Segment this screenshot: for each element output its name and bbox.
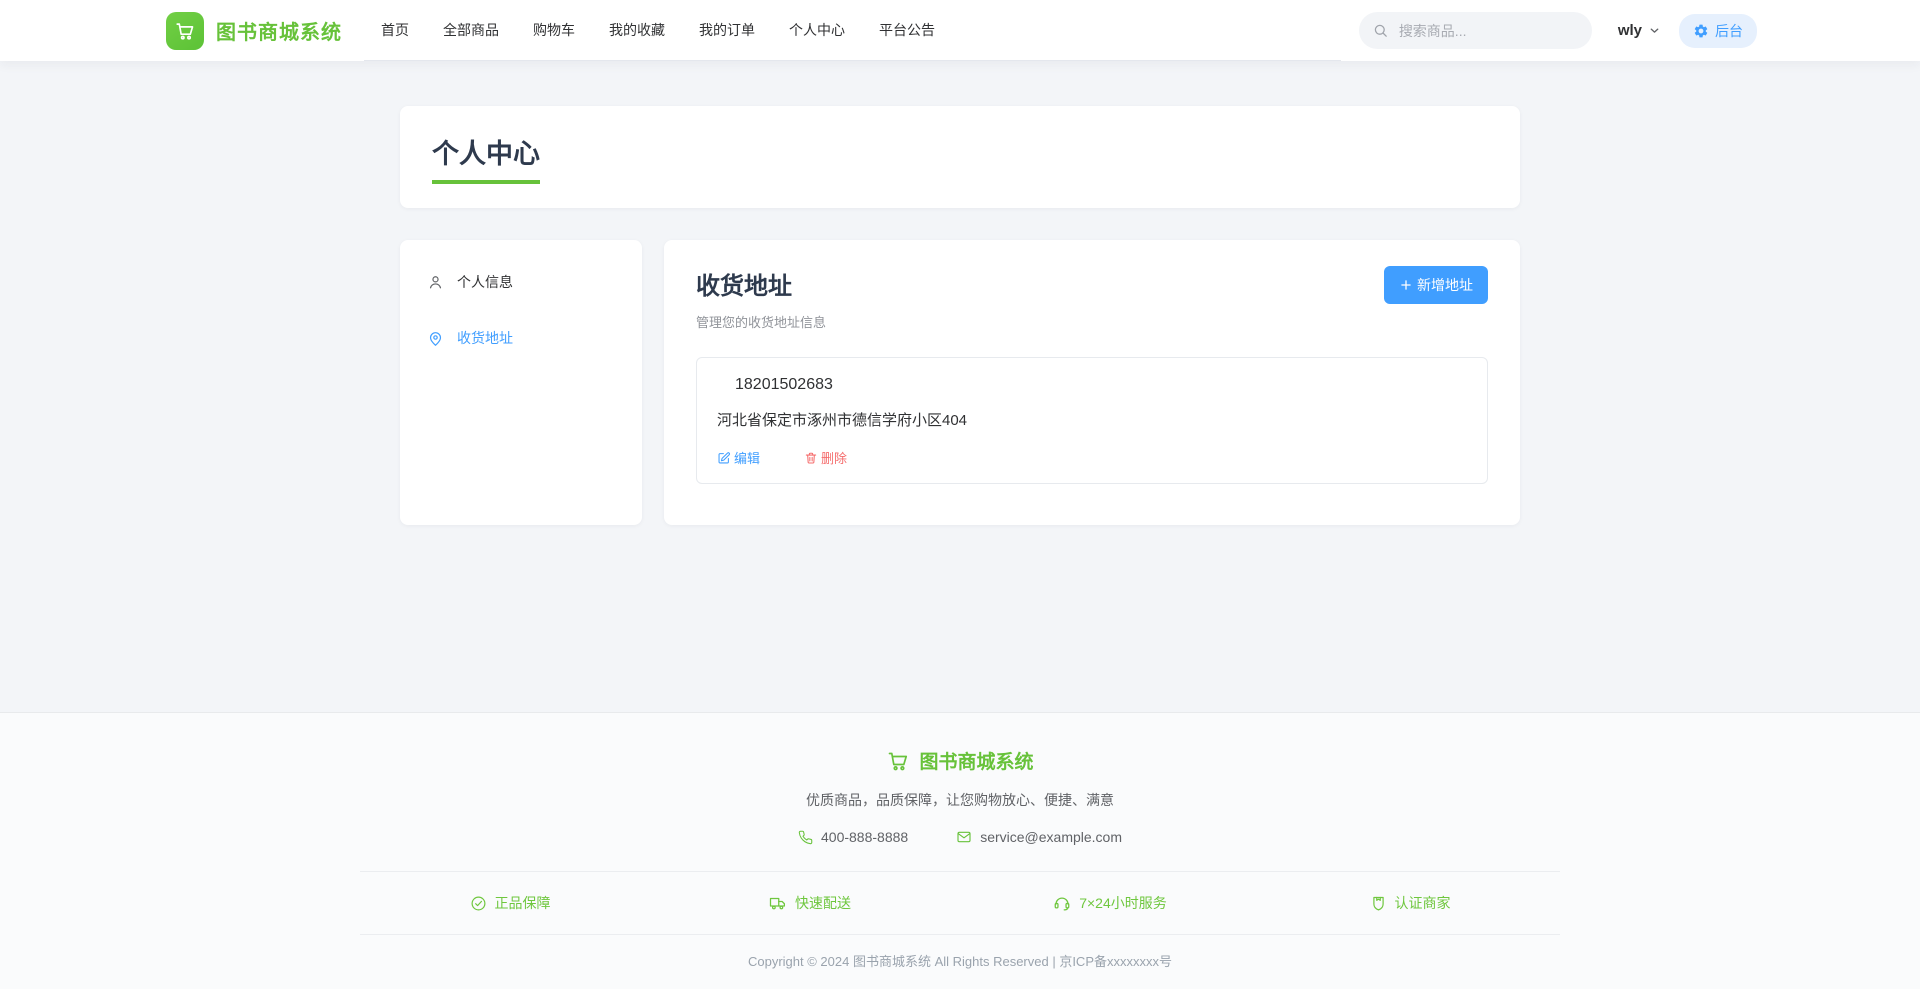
- main-nav: 首页 全部商品 购物车 我的收藏 我的订单 个人中心 平台公告: [364, 0, 1341, 61]
- nav-item-profile[interactable]: 个人中心: [772, 0, 862, 60]
- cart-icon: [886, 749, 910, 773]
- mail-icon: [956, 829, 972, 845]
- sidebar-item-personal-info[interactable]: 个人信息: [414, 258, 628, 306]
- footer-phone: 400-888-8888: [798, 829, 908, 845]
- feature-fast-delivery: 快速配送: [660, 893, 960, 913]
- nav-item-announcements[interactable]: 平台公告: [862, 0, 952, 60]
- app-header: 图书商城系统 首页 全部商品 购物车 我的收藏 我的订单 个人中心 平台公告 w…: [0, 0, 1920, 61]
- delete-address-button[interactable]: 删除: [804, 448, 847, 467]
- sidebar-item-shipping-address[interactable]: 收货地址: [414, 314, 628, 362]
- brand-logo[interactable]: 图书商城系统: [166, 11, 342, 50]
- nav-item-favorites[interactable]: 我的收藏: [592, 0, 682, 60]
- gear-icon: [1693, 23, 1709, 39]
- trash-icon: [804, 451, 818, 465]
- footer-brand: 图书商城系统: [0, 747, 1920, 774]
- admin-button-label: 后台: [1715, 22, 1743, 39]
- nav-item-cart[interactable]: 购物车: [516, 0, 592, 60]
- footer-brand-name: 图书商城系统: [919, 752, 1034, 773]
- check-circle-icon: [470, 895, 487, 912]
- site-footer: 图书商城系统 优质商品，品质保障，让您购物放心、便捷、满意 400-888-88…: [0, 712, 1920, 989]
- sidebar-item-label: 个人信息: [457, 274, 513, 290]
- footer-contacts: 400-888-8888 service@example.com: [0, 829, 1920, 845]
- nav-item-all-products[interactable]: 全部商品: [426, 0, 516, 60]
- add-address-label: 新增地址: [1417, 277, 1473, 293]
- badge-icon: [1370, 895, 1387, 912]
- edit-label: 编辑: [734, 451, 761, 466]
- address-panel: 收货地址 管理您的收货地址信息 新增地址 18201502683 河北省保定市涿…: [664, 240, 1520, 525]
- user-menu[interactable]: wly: [1618, 22, 1661, 39]
- page-title: 个人中心: [432, 132, 1488, 184]
- address-card: 18201502683 河北省保定市涿州市德信学府小区404 编辑 删除: [696, 357, 1488, 484]
- nav-item-orders[interactable]: 我的订单: [682, 0, 772, 60]
- add-address-button[interactable]: 新增地址: [1384, 266, 1488, 304]
- delete-label: 删除: [821, 451, 848, 466]
- feature-service-247: 7×24小时服务: [960, 893, 1260, 913]
- main-content: 个人中心 个人信息 收货地址 收货地址 管理您的收货地址信息 新增地址 1820…: [0, 61, 1920, 712]
- search-box[interactable]: [1358, 12, 1592, 49]
- search-icon: [1373, 23, 1389, 39]
- footer-tagline: 优质商品，品质保障，让您购物放心、便捷、满意: [806, 792, 1114, 808]
- truck-icon: [769, 894, 787, 912]
- panel-subtitle: 管理您的收货地址信息: [696, 315, 827, 330]
- cart-icon: [166, 11, 204, 50]
- brand-name: 图书商城系统: [216, 22, 342, 44]
- username: wly: [1617, 22, 1642, 39]
- feature-authentic: 正品保障: [360, 893, 660, 913]
- admin-button[interactable]: 后台: [1679, 13, 1757, 48]
- edit-icon: [717, 451, 731, 465]
- headset-icon: [1053, 894, 1071, 912]
- user-icon: [427, 274, 444, 291]
- search-input[interactable]: [1396, 21, 1578, 40]
- sidebar-item-label: 收货地址: [457, 330, 513, 346]
- page-title-card: 个人中心: [400, 106, 1520, 208]
- address-text: 河北省保定市涿州市德信学府小区404: [717, 412, 968, 429]
- address-phone: 18201502683: [735, 376, 833, 393]
- phone-icon: [798, 830, 813, 845]
- plus-icon: [1399, 278, 1413, 292]
- chevron-down-icon: [1648, 24, 1661, 37]
- footer-email: service@example.com: [956, 829, 1122, 845]
- footer-features: 正品保障 快速配送 7×24小时服务 认证商家: [360, 872, 1560, 934]
- location-icon: [427, 330, 444, 347]
- edit-address-button[interactable]: 编辑: [717, 448, 760, 467]
- profile-sidebar: 个人信息 收货地址: [400, 240, 642, 525]
- panel-title: 收货地址: [696, 273, 792, 300]
- feature-certified-merchant: 认证商家: [1260, 893, 1560, 913]
- header-right: wly 后台: [1358, 12, 1757, 49]
- nav-item-home[interactable]: 首页: [364, 0, 426, 60]
- copyright: Copyright © 2024 图书商城系统 All Rights Reser…: [747, 954, 1172, 969]
